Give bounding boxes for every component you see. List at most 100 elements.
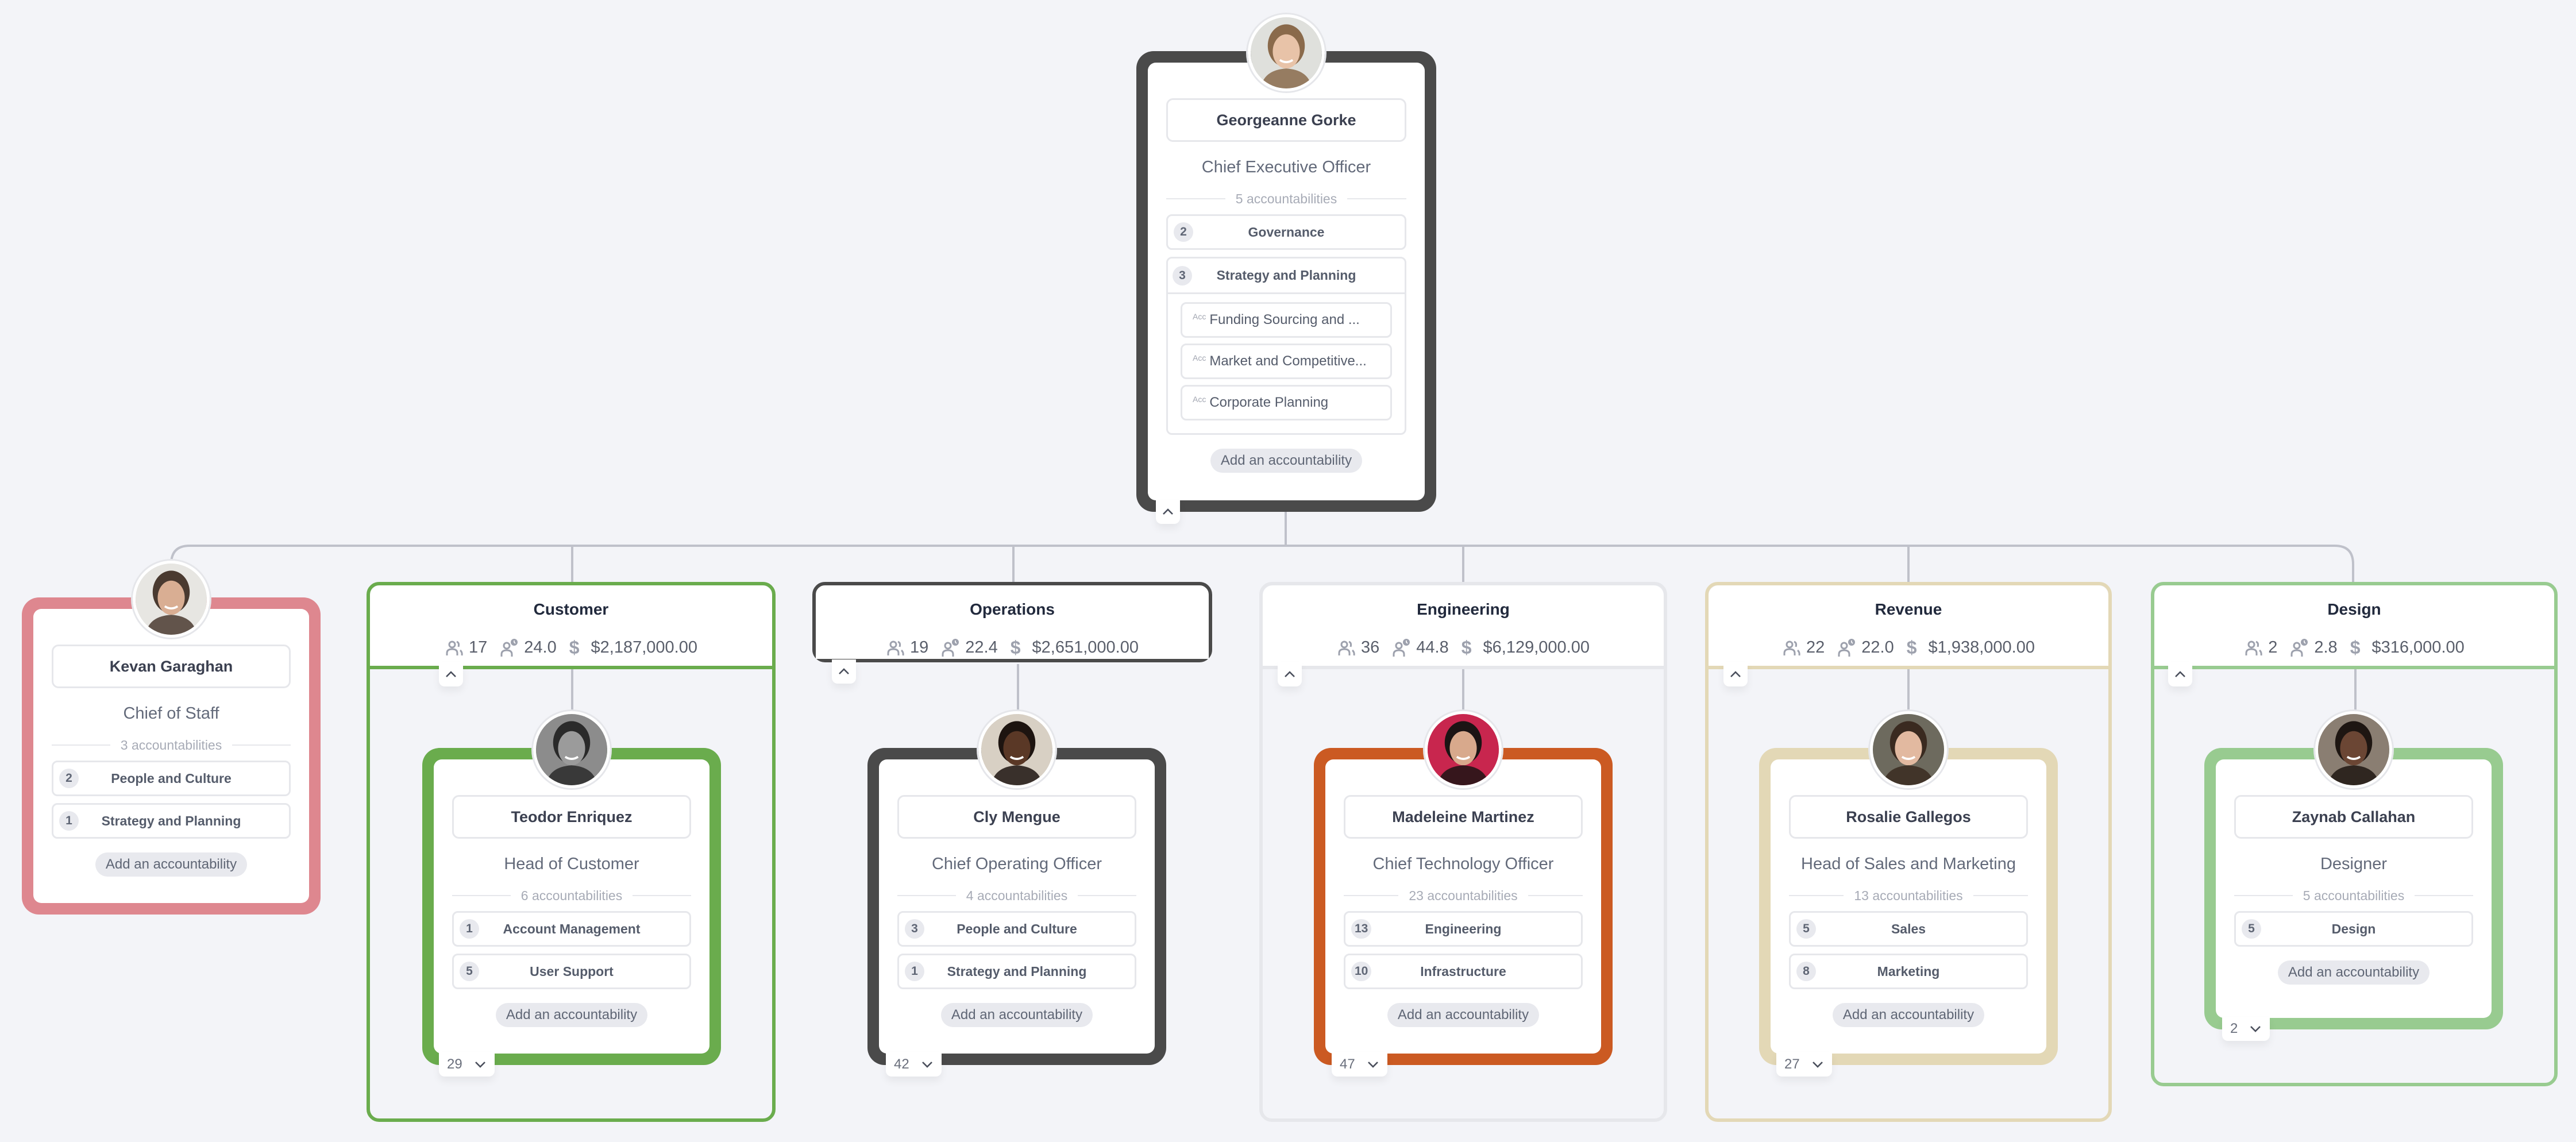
team-fte: 22.4 [941, 638, 998, 658]
ceo-collapse-toggle[interactable] [1156, 500, 1180, 524]
accountability-count-badge: 10 [1351, 962, 1372, 981]
team-lead-name[interactable]: Madeleine Martinez [1344, 795, 1583, 839]
team-headcount: 2 [2244, 638, 2277, 658]
accountability-sub-item[interactable]: Acc Funding Sourcing and ... [1181, 302, 1392, 338]
accountability-sub-item[interactable]: Acc Corporate Planning [1181, 385, 1392, 420]
ceo-accountabilities-count: 5 accountabilities [1166, 190, 1406, 207]
team-lead-role[interactable]: Head of Customer [452, 852, 691, 875]
chief-of-staff-name[interactable]: Kevan Garaghan [52, 645, 291, 688]
reports-expand-toggle[interactable]: 29 [439, 1052, 495, 1077]
team-stats: 36 44.8 $ $6,129,000.00 [1263, 637, 1664, 658]
team-lead-avatar[interactable] [1870, 711, 1947, 788]
team-lead-name[interactable]: Teodor Enriquez [452, 795, 691, 839]
accountability-item[interactable]: 5 User Support [452, 954, 691, 989]
team-header[interactable]: Design 2 2.8 $ $316,000.00 [2154, 585, 2554, 666]
users-icon [446, 641, 463, 655]
chief-of-staff-role[interactable]: Chief of Staff [52, 702, 291, 725]
accountability-item[interactable]: 3 People and Culture [897, 911, 1136, 947]
add-accountability-button[interactable]: Add an accountability [1832, 1003, 1985, 1027]
team-lead-avatar[interactable] [978, 711, 1055, 788]
accountability-sub-label: Market and Competitive... [1209, 353, 1367, 369]
team-lead-card[interactable]: Rosalie Gallegos Head of Sales and Marke… [1759, 711, 2058, 1065]
team-headcount: 22 [1782, 638, 1825, 658]
ceo-avatar[interactable] [1248, 14, 1325, 91]
reports-expand-toggle[interactable]: 2 [2222, 1017, 2270, 1041]
accountability-count-badge: 8 [1796, 962, 1816, 981]
team-title[interactable]: Operations [816, 600, 1209, 621]
team-collapse-toggle[interactable] [1278, 662, 1302, 686]
accountability-sub-label: Corporate Planning [1209, 395, 1329, 410]
fte-value: 44.8 [1416, 638, 1449, 657]
accountability-item[interactable]: 8 Marketing [1789, 954, 2028, 989]
ceo-name[interactable]: Georgeanne Gorke [1166, 98, 1406, 142]
add-accountability-button[interactable]: Add an accountability [2277, 960, 2430, 985]
team-collapse-toggle[interactable] [439, 662, 463, 686]
team-header-divider [2154, 666, 2554, 669]
reports-expand-toggle[interactable]: 42 [886, 1052, 942, 1077]
accountability-count-badge: 3 [905, 919, 924, 939]
add-accountability-button[interactable]: Add an accountability [95, 852, 248, 877]
team-lead-avatar[interactable] [2315, 711, 2392, 788]
chevron-down-icon [2250, 1026, 2261, 1032]
accountability-count-badge: 1 [905, 962, 924, 981]
team-lead-card[interactable]: Zaynab Callahan Designer 5 accountabilit… [2204, 711, 2503, 1029]
accountability-item[interactable]: 5 Design [2234, 911, 2473, 947]
team-lead-role[interactable]: Designer [2234, 852, 2473, 875]
accountability-item[interactable]: 1 Account Management [452, 911, 691, 947]
chief-of-staff-avatar[interactable] [133, 561, 210, 638]
team-lead-role[interactable]: Chief Operating Officer [897, 852, 1136, 875]
accountability-label: Strategy and Planning [101, 813, 241, 828]
dollar-icon: $ [569, 637, 580, 658]
add-accountability-button[interactable]: Add an accountability [495, 1003, 648, 1027]
team-lead-name[interactable]: Rosalie Gallegos [1789, 795, 2028, 839]
accountability-item[interactable]: 1 Strategy and Planning [52, 803, 291, 839]
ceo-card[interactable]: Georgeanne Gorke Chief Executive Officer… [1136, 14, 1436, 512]
chief-of-staff-card[interactable]: Kevan Garaghan Chief of Staff 3 accounta… [22, 561, 321, 915]
accountability-group-expanded[interactable]: 3 Strategy and Planning Acc Funding Sour… [1166, 257, 1406, 435]
team-lead-name[interactable]: Zaynab Callahan [2234, 795, 2473, 839]
reports-expand-toggle[interactable]: 27 [1776, 1052, 1832, 1077]
team-header-divider [1709, 666, 2108, 669]
budget-value: $2,187,000.00 [591, 638, 697, 657]
team-collapse-toggle[interactable] [832, 659, 856, 684]
accountability-group-header[interactable]: 3 Strategy and Planning [1168, 259, 1405, 294]
team-lead-name[interactable]: Cly Mengue [897, 795, 1136, 839]
accountability-sub-item[interactable]: Acc Market and Competitive... [1181, 344, 1392, 379]
team-header[interactable]: Customer 17 24.0 $ $2,187,000.00 [370, 585, 772, 666]
acc-tag: Acc [1193, 312, 1206, 321]
team-collapse-toggle[interactable] [1723, 662, 1748, 686]
add-accountability-button[interactable]: Add an accountability [1387, 1003, 1540, 1027]
accountability-item[interactable]: 1 Strategy and Planning [897, 954, 1136, 989]
team-collapse-toggle[interactable] [2168, 662, 2192, 686]
accountability-item[interactable]: 10 Infrastructure [1344, 954, 1583, 989]
reports-expand-toggle[interactable]: 47 [1332, 1052, 1387, 1077]
add-accountability-button[interactable]: Add an accountability [1210, 449, 1363, 473]
team-lead-role[interactable]: Head of Sales and Marketing [1789, 852, 2028, 875]
team-lead-card[interactable]: Teodor Enriquez Head of Customer 6 accou… [422, 711, 721, 1065]
accountability-item[interactable]: 5 Sales [1789, 911, 2028, 947]
team-header[interactable]: Revenue 22 22.0 $ $1,938,000.00 [1709, 585, 2108, 666]
budget-value: $316,000.00 [2371, 638, 2465, 657]
accountability-item[interactable]: 2 Governance [1166, 214, 1406, 250]
team-header[interactable]: Operations 19 22.4 $ $2,651,000.00 [816, 585, 1209, 659]
accountability-item[interactable]: 13 Engineering [1344, 911, 1583, 947]
team-lead-avatar[interactable] [1425, 711, 1502, 788]
team-lead-card[interactable]: Cly Mengue Chief Operating Officer 4 acc… [867, 711, 1166, 1065]
team-lead-avatar[interactable] [533, 711, 610, 788]
team-lead-role[interactable]: Chief Technology Officer [1344, 852, 1583, 875]
team-title[interactable]: Engineering [1263, 600, 1664, 621]
ceo-role[interactable]: Chief Executive Officer [1166, 156, 1406, 179]
team-header[interactable]: Engineering 36 44.8 $ $6,129,000.00 [1263, 585, 1664, 666]
team-title[interactable]: Design [2154, 600, 2554, 621]
team-title[interactable]: Customer [370, 600, 772, 621]
avatar-portrait-icon [981, 714, 1052, 785]
avatar-portrait-icon [536, 714, 607, 785]
team-lead-card[interactable]: Madeleine Martinez Chief Technology Offi… [1314, 711, 1613, 1065]
accountability-label: People and Culture [111, 770, 232, 786]
team-budget: $ $1,938,000.00 [1907, 637, 2035, 658]
team-title[interactable]: Revenue [1709, 600, 2108, 621]
fte-clock-user-icon [500, 638, 518, 657]
add-accountability-button[interactable]: Add an accountability [940, 1003, 1093, 1027]
accountability-item[interactable]: 2 People and Culture [52, 761, 291, 796]
reports-count: 47 [1340, 1056, 1355, 1072]
